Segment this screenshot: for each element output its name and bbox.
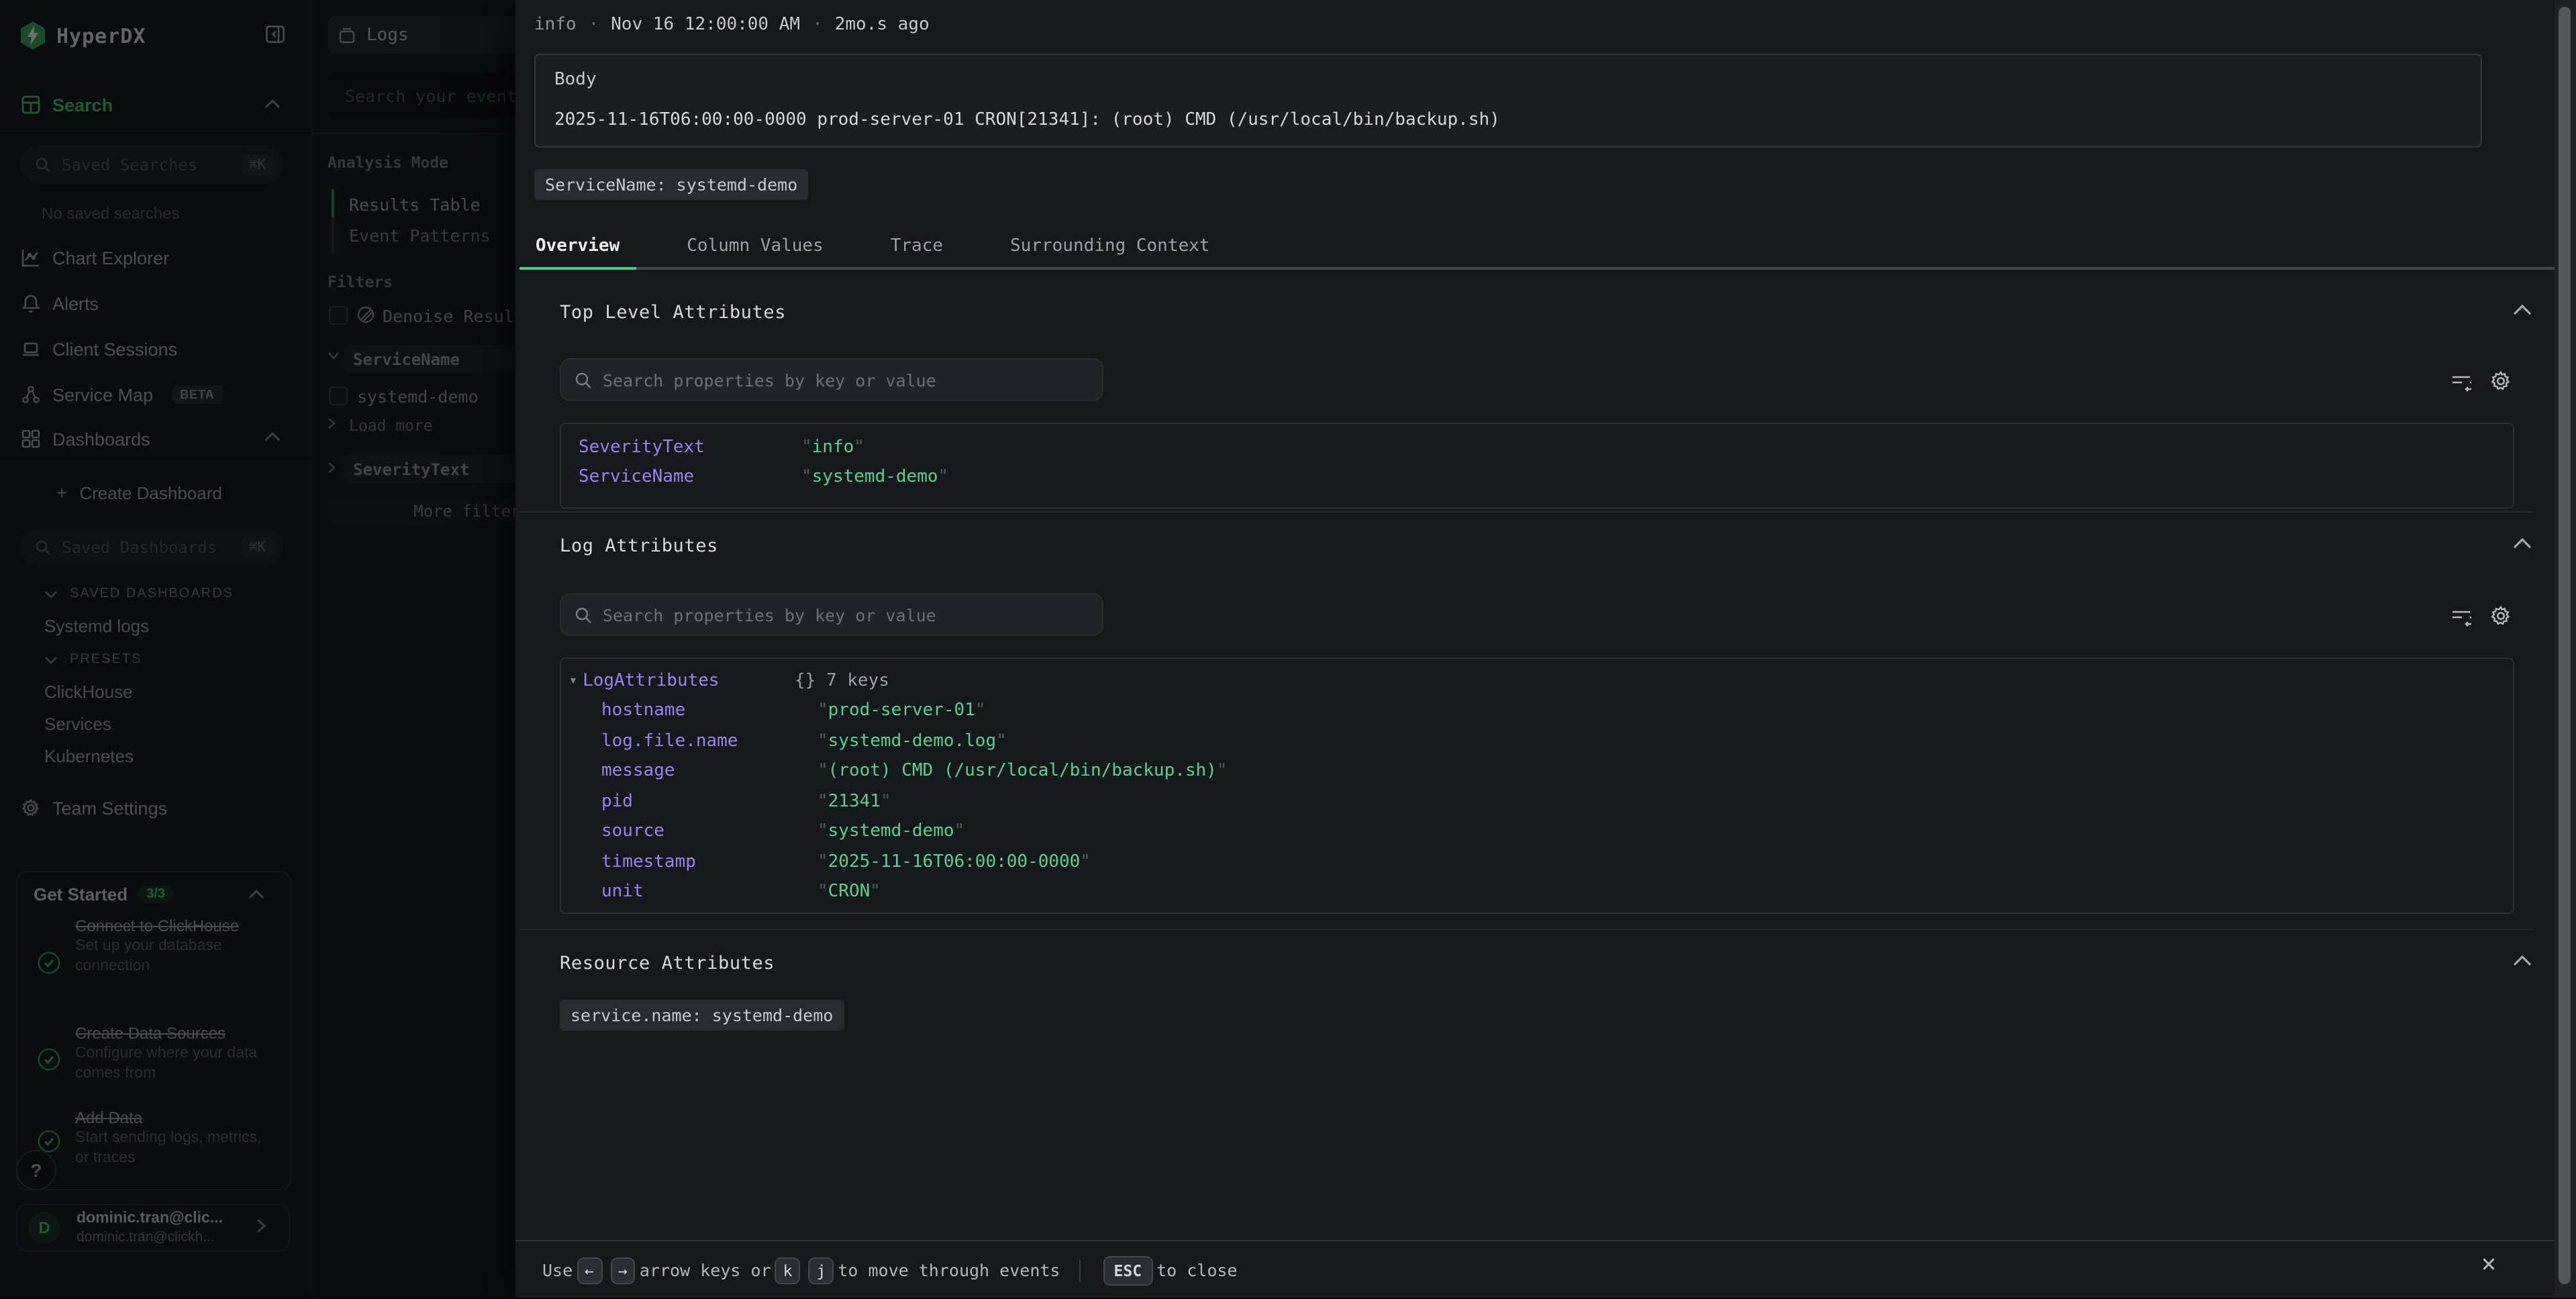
severity-badge: info xyxy=(534,15,577,35)
attribute-row[interactable]: message(root) CMD (/usr/local/bin/backup… xyxy=(561,756,2513,786)
attribute-key[interactable]: pid xyxy=(601,792,818,812)
attribute-row[interactable]: sourcesystemd-demo xyxy=(561,817,2513,847)
event-header: info · Nov 16 12:00:00 AM · 2mo.s ago xyxy=(534,15,930,35)
tab-overview[interactable]: Overview xyxy=(519,228,636,270)
gear-icon[interactable] xyxy=(2490,370,2512,392)
section-divider xyxy=(519,929,2533,930)
k-keycap: k xyxy=(775,1257,801,1284)
search-icon xyxy=(575,606,592,623)
event-timestamp: Nov 16 12:00:00 AM xyxy=(611,15,800,35)
search-placeholder: Search properties by key or value xyxy=(603,605,936,625)
tree-root-row[interactable]: ▾ LogAttributes {} 7 keys xyxy=(561,666,2513,696)
search-icon xyxy=(575,371,592,388)
gear-icon[interactable] xyxy=(2490,605,2512,627)
section-title-log-attributes: Log Attributes xyxy=(560,535,718,557)
arrow-left-keycap: ← xyxy=(577,1257,602,1284)
attribute-row[interactable]: timestamp2025-11-16T06:00:00-0000 xyxy=(561,847,2513,877)
attribute-key[interactable]: unit xyxy=(601,882,818,902)
attribute-key[interactable]: message xyxy=(601,762,818,782)
log-attributes-search-input[interactable]: Search properties by key or value xyxy=(560,593,1103,636)
attribute-key[interactable]: timestamp xyxy=(601,852,818,872)
tree-root-key[interactable]: LogAttributes xyxy=(583,671,720,691)
app-root: HyperDX Search Saved Searches ⌘K No save… xyxy=(0,0,2576,1298)
attribute-row[interactable]: SeverityText info xyxy=(561,432,2513,462)
top-level-search-input[interactable]: Search properties by key or value xyxy=(560,358,1103,401)
tree-root-meta: {} 7 keys xyxy=(795,671,889,691)
attribute-key[interactable]: source xyxy=(601,822,818,842)
attribute-value[interactable]: 2025-11-16T06:00:00-0000 xyxy=(818,852,1091,872)
attribute-value[interactable]: info xyxy=(801,437,864,458)
attribute-row[interactable]: unitCRON xyxy=(561,877,2513,907)
attribute-row[interactable]: log.file.namesystemd-demo.log xyxy=(561,726,2513,756)
attribute-key[interactable]: ServiceName xyxy=(579,468,801,488)
event-detail-panel: info · Nov 16 12:00:00 AM · 2mo.s ago Bo… xyxy=(515,0,2576,1298)
attribute-row[interactable]: pid21341 xyxy=(561,786,2513,817)
body-card: Body 2025-11-16T06:00:00-0000 prod-serve… xyxy=(534,54,2482,148)
wrap-lines-icon[interactable] xyxy=(2451,374,2471,392)
section-divider xyxy=(519,511,2533,513)
servicename-tag[interactable]: ServiceName: systemd-demo xyxy=(534,169,808,200)
tab-trace[interactable]: Trace xyxy=(875,228,959,270)
footer-divider xyxy=(1079,1259,1081,1281)
detail-footer: Use ← → arrow keys or k j to move throug… xyxy=(515,1240,2555,1299)
collapse-section-icon[interactable] xyxy=(2513,305,2532,315)
log-attributes-tree: ▾ LogAttributes {} 7 keys hostnameprod-s… xyxy=(560,658,2514,914)
section-title-top-level: Top Level Attributes xyxy=(560,302,786,323)
resource-attribute-tag[interactable]: service.name: systemd-demo xyxy=(560,1000,844,1031)
attribute-value[interactable]: (root) CMD (/usr/local/bin/backup.sh) xyxy=(818,762,1228,782)
triangle-down-icon[interactable]: ▾ xyxy=(569,674,577,688)
wrap-lines-icon[interactable] xyxy=(2451,609,2471,627)
top-level-attributes-table: SeverityText info ServiceName systemd-de… xyxy=(560,423,2514,509)
section-title-resource-attributes: Resource Attributes xyxy=(560,953,775,974)
attribute-value[interactable]: systemd-demo xyxy=(801,468,948,488)
attribute-key[interactable]: hostname xyxy=(601,701,818,721)
braces-icon: {} xyxy=(795,671,826,691)
tab-surrounding-context[interactable]: Surrounding Context xyxy=(994,228,1226,270)
attribute-value[interactable]: systemd-demo xyxy=(818,822,964,842)
tab-column-values[interactable]: Column Values xyxy=(671,228,840,270)
attribute-row[interactable]: ServiceName systemd-demo xyxy=(561,462,2513,492)
close-icon[interactable]: × xyxy=(2473,1249,2505,1282)
attribute-value[interactable]: prod-server-01 xyxy=(818,701,985,721)
attribute-value[interactable]: CRON xyxy=(818,882,881,902)
attribute-value[interactable]: systemd-demo.log xyxy=(818,731,1007,751)
attribute-key[interactable]: SeverityText xyxy=(579,437,801,458)
attribute-value[interactable]: 21341 xyxy=(818,792,891,812)
detail-tabs: Overview Column Values Trace Surrounding… xyxy=(519,228,2555,270)
scrollbar[interactable] xyxy=(2555,0,2576,1298)
collapse-section-icon[interactable] xyxy=(2513,955,2532,966)
collapse-section-icon[interactable] xyxy=(2513,538,2532,549)
attribute-key[interactable]: log.file.name xyxy=(601,731,818,751)
event-relative-time: 2mo.s ago xyxy=(835,15,930,35)
esc-keycap: ESC xyxy=(1103,1255,1153,1285)
arrow-right-keycap: → xyxy=(610,1257,636,1284)
body-text[interactable]: 2025-11-16T06:00:00-0000 prod-server-01 … xyxy=(554,110,1500,130)
scrollbar-thumb[interactable] xyxy=(2559,7,2571,1284)
search-placeholder: Search properties by key or value xyxy=(603,370,936,390)
body-label: Body xyxy=(554,70,597,90)
j-keycap: j xyxy=(808,1257,834,1284)
attribute-row[interactable]: hostnameprod-server-01 xyxy=(561,696,2513,726)
